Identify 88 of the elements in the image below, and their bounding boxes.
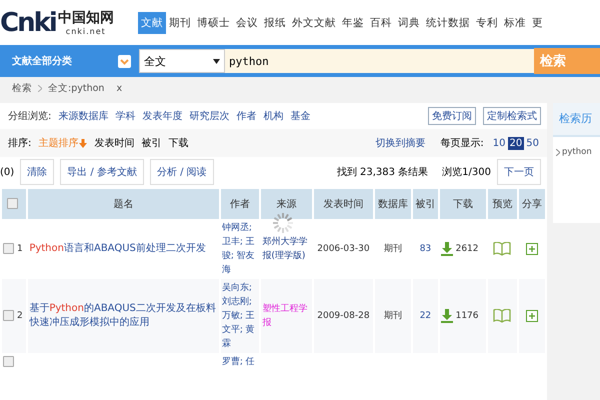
remove-filter-button[interactable]: x	[116, 82, 122, 94]
breadcrumb-term: 全文:python	[48, 82, 104, 94]
select-all-checkbox[interactable]	[7, 198, 18, 210]
download-count: 1176	[456, 310, 478, 323]
book-icon[interactable]	[493, 308, 512, 323]
citation-count: 83	[420, 244, 432, 254]
download-count: 2612	[456, 243, 478, 256]
publish-date: 2009-08-28	[317, 311, 370, 321]
column-header: 下载	[452, 199, 473, 210]
book-icon[interactable]	[493, 242, 512, 256]
column-header: 题名	[114, 199, 134, 210]
history-panel-title: 检索历	[553, 103, 600, 137]
column-header: 发表时间	[323, 199, 364, 210]
caret-icon	[213, 58, 220, 64]
page-size-option[interactable]: 50	[524, 136, 541, 150]
outline-button[interactable]: 免费订阅	[428, 107, 476, 125]
group-link[interactable]: 机构	[263, 109, 284, 123]
nav-tab[interactable]: 博硕士	[194, 12, 233, 34]
result-count: 找到 23,383 条结果	[336, 166, 428, 179]
nav-tab[interactable]: 更	[529, 12, 546, 34]
database-type: 期刊	[384, 311, 402, 321]
column-header: 数据库	[378, 199, 408, 210]
nav-tab[interactable]: 统计数据	[423, 12, 473, 34]
publish-date: 2006-03-30	[317, 244, 370, 254]
sort-option[interactable]: 被引	[141, 136, 162, 150]
toolbar-button[interactable]: 导出 / 参考文献	[60, 159, 144, 185]
sort-label: 排序:	[8, 136, 32, 150]
logo-title: 中国知网	[58, 8, 114, 26]
dropdown-icon[interactable]	[118, 54, 131, 68]
column-header: 预览	[492, 199, 512, 210]
search-field[interactable]: python	[225, 49, 534, 73]
source-link[interactable]: 郑州大学学报(理学版)	[262, 235, 312, 263]
nav-tab[interactable]: 期刊	[166, 12, 194, 34]
outline-button[interactable]: 定制检索式	[483, 107, 541, 125]
selected-count: (0)	[0, 166, 14, 178]
group-link[interactable]: 学科	[115, 109, 136, 123]
author-list[interactable]: 吴向东; 刘志刚; 万敏; 王文平; 黄霖	[222, 281, 258, 351]
plus-icon[interactable]	[526, 242, 538, 255]
row-checkbox[interactable]	[3, 243, 14, 254]
column-header: 作者	[230, 199, 250, 210]
nav-tab[interactable]: 词典	[395, 12, 423, 34]
nav-tab[interactable]: 年鉴	[339, 12, 367, 34]
switch-link[interactable]: 切换到摘要	[375, 136, 426, 150]
column-header: 来源	[276, 199, 297, 210]
nav-tab[interactable]: 标准	[501, 12, 529, 34]
group-link[interactable]: 来源数据库	[58, 109, 108, 123]
toolbar-button[interactable]: 清除	[20, 159, 54, 185]
database-type: 期刊	[384, 244, 402, 254]
group-link[interactable]: 研究层次	[189, 109, 230, 123]
logo-domain: cnki.net	[66, 26, 106, 36]
sort-option[interactable]: 下载	[168, 136, 188, 150]
column-header: 被引	[415, 199, 436, 210]
row-number: 1	[17, 244, 23, 254]
toolbar-button[interactable]: 分析 / 阅读	[150, 159, 214, 185]
row-checkbox[interactable]	[3, 356, 14, 368]
down-arrow-icon	[79, 138, 88, 148]
page-indicator: 浏览1/300	[442, 166, 491, 179]
chevron-icon	[556, 148, 560, 156]
page-size-option[interactable]: 10	[490, 136, 508, 150]
citation-count: 22	[420, 311, 432, 321]
author-list[interactable]: 罗曹; 任	[222, 355, 258, 369]
group-label: 分组浏览:	[8, 110, 52, 123]
group-link[interactable]: 发表年度	[142, 109, 182, 123]
group-link[interactable]: 基金	[290, 109, 310, 123]
column-header: 分享	[522, 199, 542, 210]
row-number: 2	[17, 311, 23, 321]
nav-tab[interactable]: 报纸	[261, 12, 289, 34]
category-label: 文献全部分类	[11, 54, 73, 68]
author-list[interactable]: 钟网丞; 卫丰; 王骏; 智友海	[222, 221, 258, 277]
download-icon[interactable]	[440, 242, 453, 256]
row-checkbox[interactable]	[3, 310, 14, 322]
breadcrumb-link[interactable]: 检索	[12, 82, 32, 94]
group-link[interactable]: 作者	[236, 109, 256, 123]
chevron-icon	[38, 84, 42, 92]
nav-tab[interactable]: 百科	[367, 12, 395, 34]
nav-tab[interactable]: 外文文献	[289, 12, 339, 34]
sort-option[interactable]: 发表时间	[94, 136, 134, 150]
next-page-button[interactable]: 下一页	[497, 159, 541, 185]
nav-tab[interactable]: 会议	[233, 12, 261, 34]
page-size-option[interactable]: 20	[508, 136, 524, 150]
field-select[interactable]: 全文	[139, 49, 225, 73]
logo-wordmark: Cnki	[0, 8, 56, 38]
history-item[interactable]: python	[562, 147, 592, 157]
article-title-link[interactable]: Python语言和ABAQUS前处理二次开发	[29, 242, 218, 256]
nav-tab[interactable]: 专利	[473, 12, 501, 34]
download-icon[interactable]	[440, 309, 453, 323]
page-size-label: 每页显示:	[440, 137, 484, 150]
plus-icon[interactable]	[526, 310, 538, 322]
